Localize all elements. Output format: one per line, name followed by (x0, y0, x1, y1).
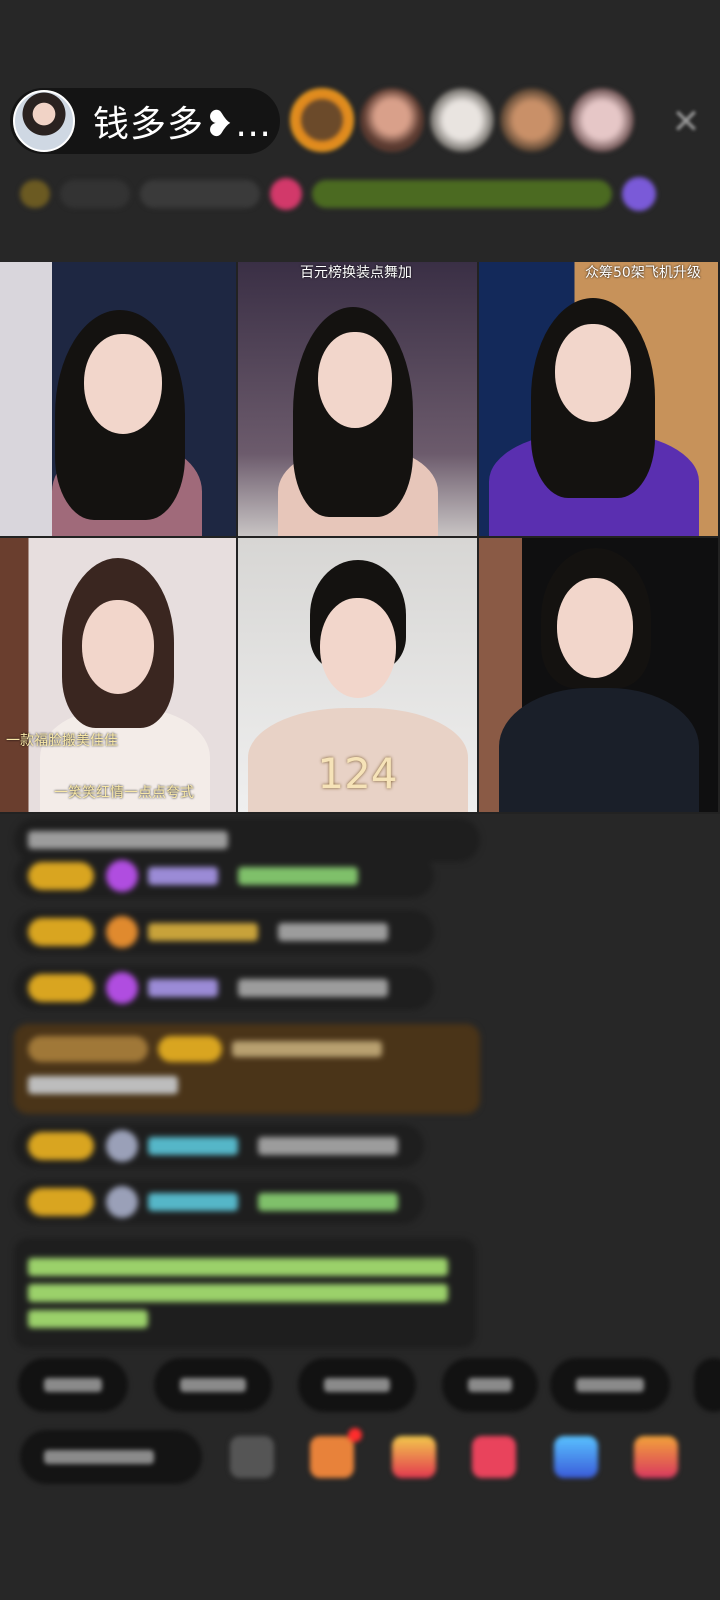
tile-sub-caption: 一笑笑红情一点点夸式 (54, 785, 194, 801)
chat-message[interactable] (14, 1124, 424, 1168)
host-info-pill[interactable]: 钱多多❥… (10, 88, 280, 154)
chat-message-highlight[interactable] (14, 1024, 480, 1114)
activity-banner[interactable] (312, 180, 612, 208)
quick-reply-button[interactable] (550, 1358, 670, 1412)
rank-badge[interactable] (20, 180, 50, 208)
video-tile[interactable]: 124 (238, 538, 479, 814)
tile-caption: 众筹50架飞机升级 (585, 265, 701, 281)
tile-caption: 百元榜换装点舞加 (300, 265, 412, 281)
gift-box-icon[interactable] (310, 1436, 354, 1478)
viewer-avatar[interactable] (290, 88, 354, 152)
video-tile[interactable]: 百元榜换装点舞加 (238, 262, 479, 538)
top-viewers-list (290, 88, 634, 152)
quick-reply-button[interactable] (18, 1358, 128, 1412)
notification-dot (348, 1428, 362, 1442)
bottom-toolbar (0, 1428, 720, 1488)
tile-gift-counter: 124 (317, 749, 398, 798)
tile-caption: 一款福脸搬美佳佳 (6, 733, 118, 749)
hot-value (60, 180, 130, 208)
viewer-avatar[interactable] (430, 88, 494, 152)
viewer-avatar[interactable] (360, 88, 424, 152)
viewer-avatar[interactable] (500, 88, 564, 152)
heart-gift-icon[interactable] (472, 1436, 516, 1478)
game-icon[interactable] (554, 1436, 598, 1478)
viewer-avatar[interactable] (570, 88, 634, 152)
gift-icon[interactable] (634, 1436, 678, 1478)
chat-message[interactable] (14, 854, 434, 898)
room-tag[interactable] (140, 180, 260, 208)
quick-reply-button[interactable] (298, 1358, 416, 1412)
room-info-row (20, 176, 700, 212)
host-avatar[interactable] (13, 90, 75, 152)
quick-reply-button[interactable] (442, 1358, 538, 1412)
chat-message[interactable] (14, 966, 434, 1010)
chat-input[interactable] (20, 1430, 202, 1484)
chat-message[interactable] (14, 1180, 424, 1224)
quick-reply-button[interactable] (154, 1358, 272, 1412)
video-tile[interactable] (479, 538, 720, 814)
event-icon[interactable] (622, 177, 656, 211)
video-tile[interactable]: 一款福脸搬美佳佳 一笑笑红情一点点夸式 (0, 538, 238, 814)
system-notice (14, 1238, 476, 1348)
video-tile[interactable] (0, 262, 238, 538)
video-tile[interactable]: 众筹50架飞机升级 (479, 262, 720, 538)
chat-message[interactable] (14, 910, 434, 954)
close-icon[interactable]: ✕ (668, 104, 704, 140)
multi-host-video-grid: 百元榜换装点舞加 众筹50架飞机升级 一款福脸搬美佳佳 一笑笑红情一点点夸式 1… (0, 262, 720, 814)
quick-reply-button[interactable] (694, 1358, 720, 1412)
host-name: 钱多多❥… (93, 104, 273, 145)
emoji-icon[interactable] (230, 1436, 274, 1478)
fan-club-icon[interactable] (270, 178, 302, 210)
shop-bag-icon[interactable] (392, 1436, 436, 1478)
quick-reply-row (18, 1358, 720, 1416)
